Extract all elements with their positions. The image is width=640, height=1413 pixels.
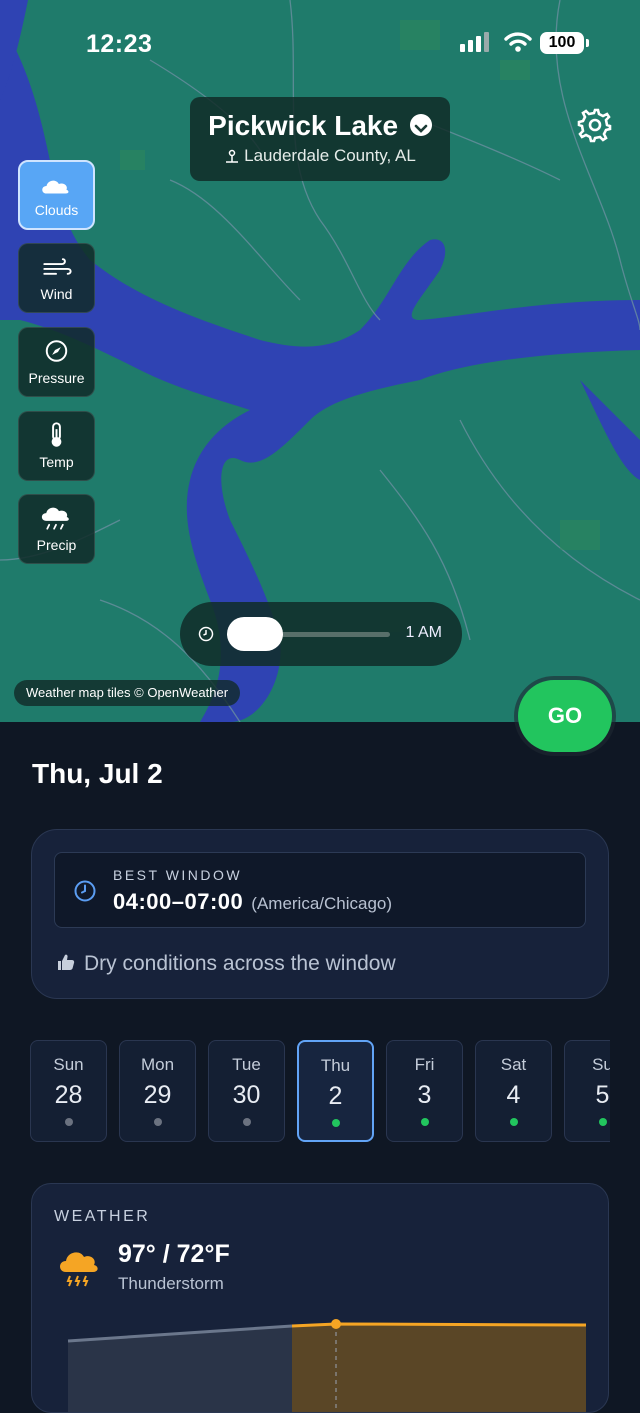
thermometer-icon: [51, 422, 62, 447]
day-status-dot: [242, 1118, 251, 1126]
layer-label: Clouds: [34, 202, 79, 218]
weather-label: WEATHER: [54, 1208, 151, 1225]
day-item[interactable]: Su 5: [564, 1040, 610, 1142]
best-window-timezone: (America/Chicago): [251, 894, 393, 913]
day-number: 28: [54, 1081, 83, 1109]
day-status-dot: [153, 1118, 162, 1126]
chevron-down-icon: [409, 113, 432, 136]
day-name: Mon: [140, 1055, 175, 1074]
day-name: Tue: [232, 1055, 261, 1074]
day-name: Thu: [320, 1056, 351, 1075]
day-status-dot: [598, 1118, 607, 1126]
go-button[interactable]: GO: [518, 680, 612, 752]
day-name: Su: [592, 1055, 610, 1074]
best-window-label: BEST WINDOW: [113, 867, 243, 883]
layer-label: Temp: [39, 454, 74, 470]
weather-condition: Thunderstorm: [118, 1274, 224, 1293]
layer-label: Pressure: [28, 370, 85, 386]
day-item[interactable]: Tue 30: [208, 1040, 285, 1142]
weather-card: WEATHER 97° / 72°F Thunderstorm: [31, 1183, 609, 1413]
pin-icon: [226, 149, 239, 163]
day-selector[interactable]: Sun 28 Mon 29 Tue 30 Thu 2 Fri 3 Sat 4 S…: [30, 1040, 610, 1142]
day-name: Sun: [53, 1055, 84, 1074]
wind-icon: [43, 258, 72, 275]
clock-icon: [74, 880, 96, 902]
thunderstorm-icon: [60, 1252, 98, 1287]
layer-button-pressure[interactable]: Pressure: [18, 327, 95, 397]
best-window-card: BEST WINDOW 04:00–07:00 (America/Chicago)…: [31, 829, 609, 999]
layer-button-clouds[interactable]: Clouds: [18, 160, 95, 230]
day-item-selected[interactable]: Thu 2: [297, 1040, 374, 1142]
day-number: 3: [417, 1081, 432, 1109]
day-item[interactable]: Mon 29: [119, 1040, 196, 1142]
best-window-note: Dry conditions across the window: [84, 952, 396, 975]
layer-button-wind[interactable]: Wind: [18, 243, 95, 313]
day-name: Sat: [500, 1055, 527, 1074]
location-selector[interactable]: Pickwick Lake Lauderdale County, AL: [190, 97, 450, 181]
slider-hour-label: 1 AM: [405, 624, 442, 641]
signal-icon: [460, 32, 489, 52]
rain-cloud-icon: [41, 507, 69, 530]
layer-button-temp[interactable]: Temp: [18, 411, 95, 481]
compass-icon: [45, 340, 68, 362]
cloud-icon: [42, 180, 69, 194]
day-number: 30: [232, 1081, 261, 1109]
layer-label: Precip: [36, 537, 77, 553]
chart-point: [331, 1319, 341, 1329]
weather-temp: 97° / 72°F: [118, 1240, 230, 1268]
day-status-dot: [64, 1118, 73, 1126]
day-item[interactable]: Sun 28: [30, 1040, 107, 1142]
day-number: 29: [143, 1081, 172, 1109]
status-time: 12:23: [86, 30, 153, 58]
location-name: Pickwick Lake: [208, 110, 399, 141]
day-status-dot: [420, 1118, 429, 1126]
status-bar: 12:23 100: [0, 28, 640, 62]
best-window-time: 04:00–07:00: [113, 889, 244, 914]
day-number: 4: [506, 1081, 521, 1109]
weather-map[interactable]: 12:23 100 Pickwick Lake Lauderdale Count…: [0, 0, 640, 722]
day-number: 5: [595, 1081, 610, 1109]
day-item[interactable]: Fri 3: [386, 1040, 463, 1142]
layer-label: Wind: [40, 286, 73, 302]
slider-thumb[interactable]: [227, 617, 283, 651]
wifi-icon: [504, 32, 532, 52]
clock-icon: [198, 626, 214, 642]
day-number: 2: [328, 1082, 343, 1110]
gear-icon[interactable]: [576, 106, 614, 144]
best-window-box: BEST WINDOW 04:00–07:00 (America/Chicago): [54, 852, 586, 928]
day-status-dot: [331, 1119, 340, 1127]
temperature-chart: [67, 1319, 587, 1412]
time-slider[interactable]: 1 AM: [180, 602, 462, 666]
day-name: Fri: [414, 1055, 435, 1074]
day-status-dot: [509, 1118, 518, 1126]
location-region: Lauderdale County, AL: [244, 146, 416, 165]
thumbs-up-icon: [58, 955, 75, 971]
day-item[interactable]: Sat 4: [475, 1040, 552, 1142]
selected-date: Thu, Jul 2: [32, 758, 163, 789]
map-attribution[interactable]: Weather map tiles © OpenWeather: [14, 680, 241, 706]
layer-button-precip[interactable]: Precip: [18, 494, 95, 564]
battery-indicator: 100: [540, 32, 589, 54]
